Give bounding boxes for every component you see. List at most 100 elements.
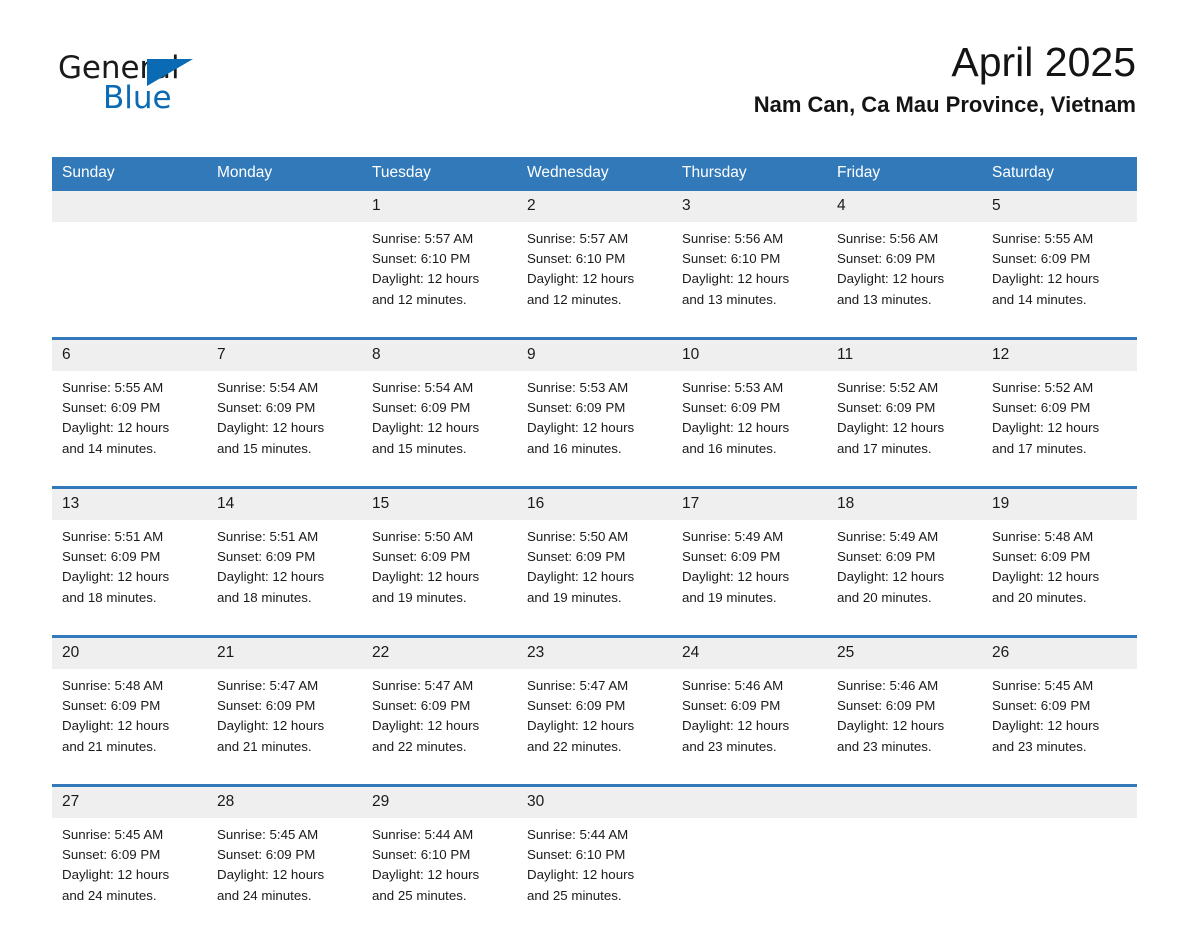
day-cell[interactable]: Sunrise: 5:50 AM Sunset: 6:09 PM Dayligh… bbox=[362, 520, 517, 635]
day-number[interactable]: 20 bbox=[52, 638, 207, 669]
day-number[interactable]: 13 bbox=[52, 489, 207, 520]
day-number[interactable]: 12 bbox=[982, 340, 1137, 371]
day-cell[interactable]: Sunrise: 5:49 AM Sunset: 6:09 PM Dayligh… bbox=[827, 520, 982, 635]
sunset-text: Sunset: 6:09 PM bbox=[837, 698, 936, 714]
day-number[interactable]: 9 bbox=[517, 340, 672, 371]
day-cell[interactable] bbox=[982, 818, 1137, 933]
day-number[interactable]: 29 bbox=[362, 787, 517, 818]
sunrise-text: Sunrise: 5:51 AM bbox=[62, 529, 164, 544]
day-cell[interactable]: Sunrise: 5:44 AM Sunset: 6:10 PM Dayligh… bbox=[517, 818, 672, 933]
day-cell[interactable] bbox=[52, 222, 207, 337]
day-number[interactable]: 23 bbox=[517, 638, 672, 669]
day-number[interactable]: 10 bbox=[672, 340, 827, 371]
day-cell[interactable] bbox=[672, 818, 827, 933]
day-cell[interactable]: Sunrise: 5:54 AM Sunset: 6:09 PM Dayligh… bbox=[362, 371, 517, 486]
day-number[interactable]: 25 bbox=[827, 638, 982, 669]
day-cell[interactable]: Sunrise: 5:47 AM Sunset: 6:09 PM Dayligh… bbox=[517, 669, 672, 784]
day-number[interactable]: 14 bbox=[207, 489, 362, 520]
day-number[interactable] bbox=[207, 191, 362, 222]
day-number[interactable]: 28 bbox=[207, 787, 362, 818]
day-number[interactable]: 4 bbox=[827, 191, 982, 222]
day-cell[interactable]: Sunrise: 5:45 AM Sunset: 6:09 PM Dayligh… bbox=[52, 818, 207, 933]
day-number[interactable]: 6 bbox=[52, 340, 207, 371]
day-number[interactable] bbox=[827, 787, 982, 818]
day-number[interactable]: 21 bbox=[207, 638, 362, 669]
daylight-text-line2: and 16 minutes. bbox=[682, 440, 777, 456]
daylight-text-line2: and 24 minutes. bbox=[217, 887, 312, 903]
day-cell[interactable]: Sunrise: 5:55 AM Sunset: 6:09 PM Dayligh… bbox=[982, 222, 1137, 337]
day-cell[interactable] bbox=[207, 222, 362, 337]
day-cell[interactable]: Sunrise: 5:51 AM Sunset: 6:09 PM Dayligh… bbox=[207, 520, 362, 635]
week-info-row: Sunrise: 5:48 AM Sunset: 6:09 PM Dayligh… bbox=[52, 669, 1137, 784]
day-cell[interactable]: Sunrise: 5:48 AM Sunset: 6:09 PM Dayligh… bbox=[52, 669, 207, 784]
page-subtitle: Nam Can, Ca Mau Province, Vietnam bbox=[753, 92, 1136, 117]
day-cell[interactable]: Sunrise: 5:46 AM Sunset: 6:09 PM Dayligh… bbox=[827, 669, 982, 784]
day-cell[interactable]: Sunrise: 5:51 AM Sunset: 6:09 PM Dayligh… bbox=[52, 520, 207, 635]
day-cell[interactable]: Sunrise: 5:56 AM Sunset: 6:09 PM Dayligh… bbox=[827, 222, 982, 337]
day-number[interactable] bbox=[52, 191, 207, 222]
day-number[interactable]: 11 bbox=[827, 340, 982, 371]
generalblue-logo[interactable]: General Blue bbox=[58, 50, 318, 120]
day-number[interactable] bbox=[982, 787, 1137, 818]
day-cell[interactable]: Sunrise: 5:53 AM Sunset: 6:09 PM Dayligh… bbox=[672, 371, 827, 486]
day-cell[interactable]: Sunrise: 5:45 AM Sunset: 6:09 PM Dayligh… bbox=[207, 818, 362, 933]
sunset-text: Sunset: 6:09 PM bbox=[372, 549, 471, 565]
day-number[interactable]: 26 bbox=[982, 638, 1137, 669]
day-cell[interactable]: Sunrise: 5:52 AM Sunset: 6:09 PM Dayligh… bbox=[827, 371, 982, 486]
daylight-text-line1: Daylight: 12 hours bbox=[217, 718, 325, 734]
day-cell[interactable]: Sunrise: 5:54 AM Sunset: 6:09 PM Dayligh… bbox=[207, 371, 362, 486]
day-cell[interactable]: Sunrise: 5:57 AM Sunset: 6:10 PM Dayligh… bbox=[362, 222, 517, 337]
sunset-text: Sunset: 6:10 PM bbox=[372, 251, 471, 267]
sunset-text: Sunset: 6:09 PM bbox=[217, 549, 316, 565]
day-cell[interactable]: Sunrise: 5:57 AM Sunset: 6:10 PM Dayligh… bbox=[517, 222, 672, 337]
daylight-text-line2: and 17 minutes. bbox=[992, 440, 1087, 456]
day-number[interactable]: 18 bbox=[827, 489, 982, 520]
sunset-text: Sunset: 6:09 PM bbox=[682, 400, 781, 416]
day-cell[interactable]: Sunrise: 5:52 AM Sunset: 6:09 PM Dayligh… bbox=[982, 371, 1137, 486]
day-number[interactable]: 8 bbox=[362, 340, 517, 371]
day-number[interactable]: 2 bbox=[517, 191, 672, 222]
day-number[interactable] bbox=[672, 787, 827, 818]
day-number[interactable]: 17 bbox=[672, 489, 827, 520]
dow-header-monday: Monday bbox=[207, 157, 362, 191]
day-cell[interactable]: Sunrise: 5:49 AM Sunset: 6:09 PM Dayligh… bbox=[672, 520, 827, 635]
daylight-text-line1: Daylight: 12 hours bbox=[217, 867, 325, 883]
daylight-text-line1: Daylight: 12 hours bbox=[992, 718, 1100, 734]
day-number[interactable]: 15 bbox=[362, 489, 517, 520]
day-number[interactable]: 16 bbox=[517, 489, 672, 520]
day-cell[interactable]: Sunrise: 5:47 AM Sunset: 6:09 PM Dayligh… bbox=[207, 669, 362, 784]
day-cell[interactable] bbox=[827, 818, 982, 933]
sunset-text: Sunset: 6:09 PM bbox=[217, 847, 316, 863]
sunrise-text: Sunrise: 5:47 AM bbox=[217, 678, 319, 693]
sunset-text: Sunset: 6:09 PM bbox=[62, 698, 161, 714]
day-number[interactable]: 24 bbox=[672, 638, 827, 669]
daylight-text-line2: and 20 minutes. bbox=[837, 589, 932, 605]
day-cell[interactable]: Sunrise: 5:46 AM Sunset: 6:09 PM Dayligh… bbox=[672, 669, 827, 784]
day-cell[interactable]: Sunrise: 5:50 AM Sunset: 6:09 PM Dayligh… bbox=[517, 520, 672, 635]
sunrise-text: Sunrise: 5:47 AM bbox=[372, 678, 474, 693]
day-number[interactable]: 1 bbox=[362, 191, 517, 222]
day-cell[interactable]: Sunrise: 5:44 AM Sunset: 6:10 PM Dayligh… bbox=[362, 818, 517, 933]
day-cell[interactable]: Sunrise: 5:56 AM Sunset: 6:10 PM Dayligh… bbox=[672, 222, 827, 337]
daylight-text-line2: and 18 minutes. bbox=[217, 589, 312, 605]
sunrise-text: Sunrise: 5:55 AM bbox=[992, 231, 1094, 246]
sunset-text: Sunset: 6:09 PM bbox=[837, 251, 936, 267]
sunset-text: Sunset: 6:09 PM bbox=[992, 400, 1091, 416]
day-cell[interactable]: Sunrise: 5:47 AM Sunset: 6:09 PM Dayligh… bbox=[362, 669, 517, 784]
day-cell[interactable]: Sunrise: 5:48 AM Sunset: 6:09 PM Dayligh… bbox=[982, 520, 1137, 635]
day-number[interactable]: 22 bbox=[362, 638, 517, 669]
week-info-row: Sunrise: 5:57 AM Sunset: 6:10 PM Dayligh… bbox=[52, 222, 1137, 337]
dow-header-thursday: Thursday bbox=[672, 157, 827, 191]
daylight-text-line2: and 19 minutes. bbox=[682, 589, 777, 605]
day-number[interactable]: 30 bbox=[517, 787, 672, 818]
daylight-text-line2: and 24 minutes. bbox=[62, 887, 157, 903]
daylight-text-line1: Daylight: 12 hours bbox=[62, 569, 170, 585]
day-cell[interactable]: Sunrise: 5:55 AM Sunset: 6:09 PM Dayligh… bbox=[52, 371, 207, 486]
day-number[interactable]: 19 bbox=[982, 489, 1137, 520]
day-number[interactable]: 5 bbox=[982, 191, 1137, 222]
day-cell[interactable]: Sunrise: 5:53 AM Sunset: 6:09 PM Dayligh… bbox=[517, 371, 672, 486]
day-number[interactable]: 27 bbox=[52, 787, 207, 818]
day-cell[interactable]: Sunrise: 5:45 AM Sunset: 6:09 PM Dayligh… bbox=[982, 669, 1137, 784]
day-number[interactable]: 7 bbox=[207, 340, 362, 371]
day-number[interactable]: 3 bbox=[672, 191, 827, 222]
